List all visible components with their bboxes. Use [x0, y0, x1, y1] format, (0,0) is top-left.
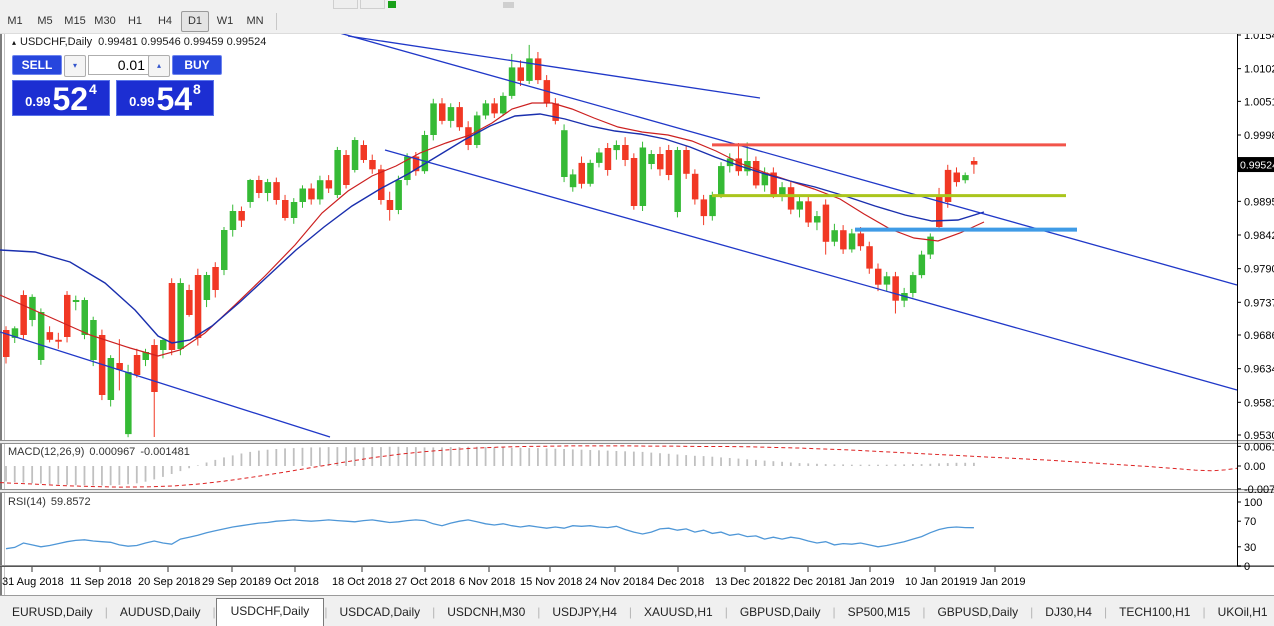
timeframe-button-mn[interactable]: MN — [241, 11, 269, 32]
chart-tab-usdcad-daily[interactable]: USDCAD,Daily — [327, 600, 432, 625]
sell-price-pip: 4 — [89, 81, 97, 97]
rsi-axis-label: 70 — [1244, 516, 1256, 528]
gray-toolbar-glyph — [503, 2, 514, 8]
date-axis-label: 31 Aug 2018 — [2, 576, 64, 588]
chart-tab-dj30-h4[interactable]: DJ30,H4 — [1033, 600, 1104, 625]
date-axis-label: 19 Jan 2019 — [965, 576, 1026, 588]
chart-tab-usdcnh-m30[interactable]: USDCNH,M30 — [435, 600, 537, 625]
price-axis-label: 1.00510 — [1244, 96, 1274, 108]
buy-price-panel[interactable]: 0.99 54 8 — [116, 80, 214, 116]
price-axis-label: 0.98425 — [1244, 230, 1274, 242]
macd-label: MACD(12,26,9) — [8, 446, 84, 458]
date-axis-label: 6 Nov 2018 — [459, 576, 515, 588]
timeframe-button-d1[interactable]: D1 — [181, 11, 209, 32]
price-axis-label: 0.97900 — [1244, 264, 1274, 276]
volume-decrease-stepper[interactable]: ▾ — [64, 55, 86, 77]
sell-price-big: 52 — [52, 85, 88, 113]
chart-tab-gbpusd-daily[interactable]: GBPUSD,Daily — [728, 600, 833, 625]
buy-price-big: 54 — [156, 85, 192, 113]
one-click-trading-panel: SELL ▾ ▴ BUY 0.99 52 4 0.99 54 8 — [12, 53, 222, 117]
volume-increase-stepper[interactable]: ▴ — [148, 55, 170, 77]
date-axis-label: 9 Oct 2018 — [265, 576, 319, 588]
sell-button[interactable]: SELL — [12, 55, 62, 75]
timeframe-button-m15[interactable]: M15 — [61, 11, 89, 32]
date-axis-label: 13 Dec 2018 — [715, 576, 777, 588]
chart-tab-usdjpy-h4[interactable]: USDJPY,H4 — [540, 600, 628, 625]
macd-signal-value: -0.001481 — [140, 446, 190, 458]
rsi-axis-label: 100 — [1244, 497, 1262, 509]
price-axis-label: 0.98950 — [1244, 196, 1274, 208]
rsi-axis-label: 0 — [1244, 561, 1250, 573]
chart-tab-sp500-m15[interactable]: SP500,M15 — [836, 600, 923, 625]
volume-input[interactable] — [88, 55, 151, 75]
date-axis-label: 11 Sep 2018 — [70, 576, 132, 588]
sell-price-panel[interactable]: 0.99 52 4 — [12, 80, 110, 116]
buy-price-prefix: 0.99 — [129, 94, 154, 109]
date-axis-label: 24 Nov 2018 — [585, 576, 647, 588]
chart-tab-gbpusd-daily[interactable]: GBPUSD,Daily — [925, 600, 1030, 625]
date-axis-label: 4 Dec 2018 — [648, 576, 704, 588]
macd-axis-label: 0.006137 — [1244, 441, 1274, 453]
price-axis-label: 1.01020 — [1244, 64, 1274, 76]
date-axis-label: 22 Dec 2018 — [778, 576, 840, 588]
date-axis-label: 15 Nov 2018 — [520, 576, 582, 588]
macd-axis-label: -0.007142 — [1244, 484, 1274, 496]
price-axis-label: 0.96340 — [1244, 364, 1274, 376]
ghost-toolbar-button — [333, 0, 358, 9]
rsi-indicator-header: RSI(14) 59.8572 — [8, 496, 91, 508]
date-axis-label: 18 Oct 2018 — [332, 576, 392, 588]
buy-button[interactable]: BUY — [172, 55, 222, 75]
macd-axis-label: 0.00 — [1244, 461, 1265, 473]
chart-tab-audusd-daily[interactable]: AUDUSD,Daily — [108, 600, 213, 625]
collapse-panel-icon[interactable]: ▴ — [12, 38, 16, 47]
date-axis-label: 29 Sep 2018 — [202, 576, 264, 588]
chart-tab-tech100-h1[interactable]: TECH100,H1 — [1107, 600, 1202, 625]
symbol-period-label: USDCHF,Daily — [20, 36, 92, 48]
chart-tab-xauusd-h1[interactable]: XAUUSD,H1 — [632, 600, 725, 625]
date-axis-label: 10 Jan 2019 — [905, 576, 966, 588]
timeframe-button-h4[interactable]: H4 — [151, 11, 179, 32]
chart-tab-ukoil-h1[interactable]: UKOil,H1 — [1206, 600, 1274, 625]
rsi-axis-label: 30 — [1244, 542, 1256, 554]
timeframe-button-h1[interactable]: H1 — [121, 11, 149, 32]
chart-tab-bar: EURUSD,Daily|AUDUSD,Daily|USDCHF,Daily|U… — [0, 595, 1274, 625]
timeframe-button-w1[interactable]: W1 — [211, 11, 239, 32]
timeframe-toolbar: M1M5M15M30H1H4D1W1MN — [0, 10, 1274, 34]
date-axis-label: 1 Jan 2019 — [840, 576, 894, 588]
timeframe-button-m1[interactable]: M1 — [1, 11, 29, 32]
price-axis-label: 0.97375 — [1244, 297, 1274, 309]
ohlc-values: 0.99481 0.99546 0.99459 0.99524 — [98, 36, 266, 48]
date-axis-label: 20 Sep 2018 — [138, 576, 200, 588]
sell-price-prefix: 0.99 — [25, 94, 50, 109]
green-indicator-icon — [388, 1, 396, 8]
ghost-toolbar-button — [360, 0, 385, 9]
price-axis-label: 0.95305 — [1244, 430, 1274, 442]
chart-tab-usdchf-daily[interactable]: USDCHF,Daily — [216, 598, 325, 626]
chart-title: ▴ USDCHF,Daily 0.99481 0.99546 0.99459 0.9… — [12, 36, 266, 48]
timeframe-button-m5[interactable]: M5 — [31, 11, 59, 32]
price-axis-label: 0.99985 — [1244, 130, 1274, 142]
date-axis-label: 27 Oct 2018 — [395, 576, 455, 588]
toolbar-separator — [276, 13, 277, 30]
timeframe-button-m30[interactable]: M30 — [91, 11, 119, 32]
rsi-value: 59.8572 — [51, 496, 91, 508]
macd-main-value: 0.000967 — [89, 446, 135, 458]
rsi-label: RSI(14) — [8, 496, 46, 508]
macd-indicator-header: MACD(12,26,9) 0.000967 -0.001481 — [8, 446, 190, 458]
svg-text:0.99524: 0.99524 — [1240, 160, 1274, 172]
buy-price-pip: 8 — [193, 81, 201, 97]
chart-tab-eurusd-daily[interactable]: EURUSD,Daily — [0, 600, 105, 625]
price-axis-label: 0.96865 — [1244, 330, 1274, 342]
price-axis-label: 0.95815 — [1244, 397, 1274, 409]
